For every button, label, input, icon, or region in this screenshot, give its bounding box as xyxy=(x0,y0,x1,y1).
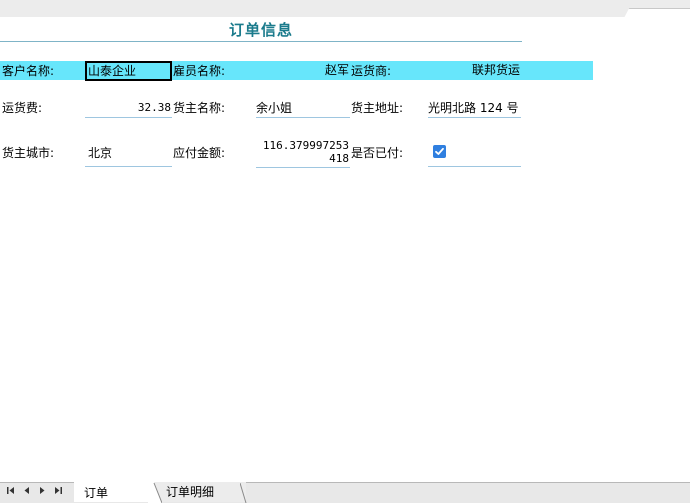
form-title: 订单信息 xyxy=(228,21,293,39)
top-strip xyxy=(0,0,690,18)
ship-name-field[interactable]: 余小姐 xyxy=(256,98,350,118)
ship-city-label: 货主城市: xyxy=(2,146,55,160)
title-divider xyxy=(0,41,522,42)
first-record-icon[interactable] xyxy=(4,486,18,499)
tab-separator xyxy=(148,483,162,503)
paid-label: 是否已付: xyxy=(351,146,404,160)
paid-checkbox[interactable] xyxy=(433,145,446,158)
tab-order-details[interactable]: 订单明细 xyxy=(150,482,246,502)
amount-field[interactable]: 116.379997253418 xyxy=(256,138,350,168)
previous-record-icon[interactable] xyxy=(20,486,34,499)
customer-label: 客户名称: xyxy=(2,64,55,78)
customer-field[interactable]: 山泰企业 xyxy=(85,61,172,81)
last-record-icon[interactable] xyxy=(51,486,65,499)
tab-orders[interactable]: 订单 xyxy=(74,482,154,502)
sheet-tab-bar: 订单明细 订单 xyxy=(0,482,690,503)
amount-label: 应付金额: xyxy=(173,146,226,160)
employee-label: 雇员名称: xyxy=(173,64,226,78)
freight-field[interactable]: 32.38 xyxy=(85,98,172,118)
ship-address-field[interactable]: 光明北路 124 号 xyxy=(428,98,521,118)
ship-city-field[interactable]: 北京 xyxy=(85,143,172,167)
ship-address-label: 货主地址: xyxy=(351,101,404,115)
tab-separator-end xyxy=(240,483,247,503)
next-record-icon[interactable] xyxy=(35,486,49,499)
employee-field[interactable]: 赵军 xyxy=(256,60,350,80)
ship-name-label: 货主名称: xyxy=(173,101,226,115)
shipper-label: 运货商: xyxy=(351,64,392,78)
checkmark-icon xyxy=(435,147,444,155)
freight-label: 运货费: xyxy=(2,101,43,115)
top-strip-tab xyxy=(624,8,690,18)
shipper-field[interactable]: 联邦货运 xyxy=(428,60,521,80)
